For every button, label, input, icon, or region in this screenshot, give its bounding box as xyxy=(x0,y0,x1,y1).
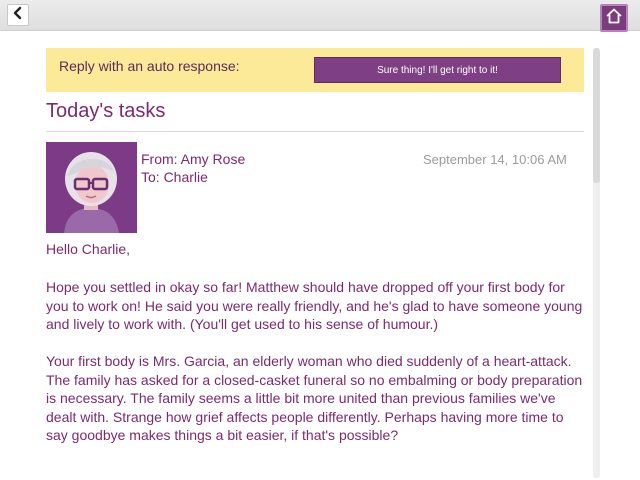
back-button[interactable] xyxy=(7,4,29,26)
auto-response-label: Reply with an auto response: xyxy=(59,58,240,74)
home-icon xyxy=(605,7,623,30)
sender-avatar xyxy=(46,142,137,233)
top-bar xyxy=(0,0,640,32)
recipient-line: To: Charlie xyxy=(141,169,208,185)
email-content: Reply with an auto response: Sure thing!… xyxy=(46,48,584,480)
sender-line: From: Amy Rose xyxy=(141,151,246,167)
email-date: September 14, 10:06 AM xyxy=(423,152,567,167)
scrollbar-thumb[interactable] xyxy=(593,48,600,183)
email-paragraph: Your first body is Mrs. Garcia, an elder… xyxy=(46,353,583,443)
chevron-left-icon xyxy=(12,6,24,25)
auto-response-banner: Reply with an auto response: Sure thing!… xyxy=(46,48,584,92)
title-divider xyxy=(46,131,584,132)
page-title: Today's tasks xyxy=(46,100,166,122)
home-button[interactable] xyxy=(600,4,628,32)
scrollbar[interactable] xyxy=(593,48,600,478)
auto-response-button[interactable]: Sure thing! I'll get right to it! xyxy=(314,57,561,83)
email-greeting: Hello Charlie, xyxy=(46,241,131,257)
email-paragraph: Hope you settled in okay so far! Matthew… xyxy=(46,279,583,332)
